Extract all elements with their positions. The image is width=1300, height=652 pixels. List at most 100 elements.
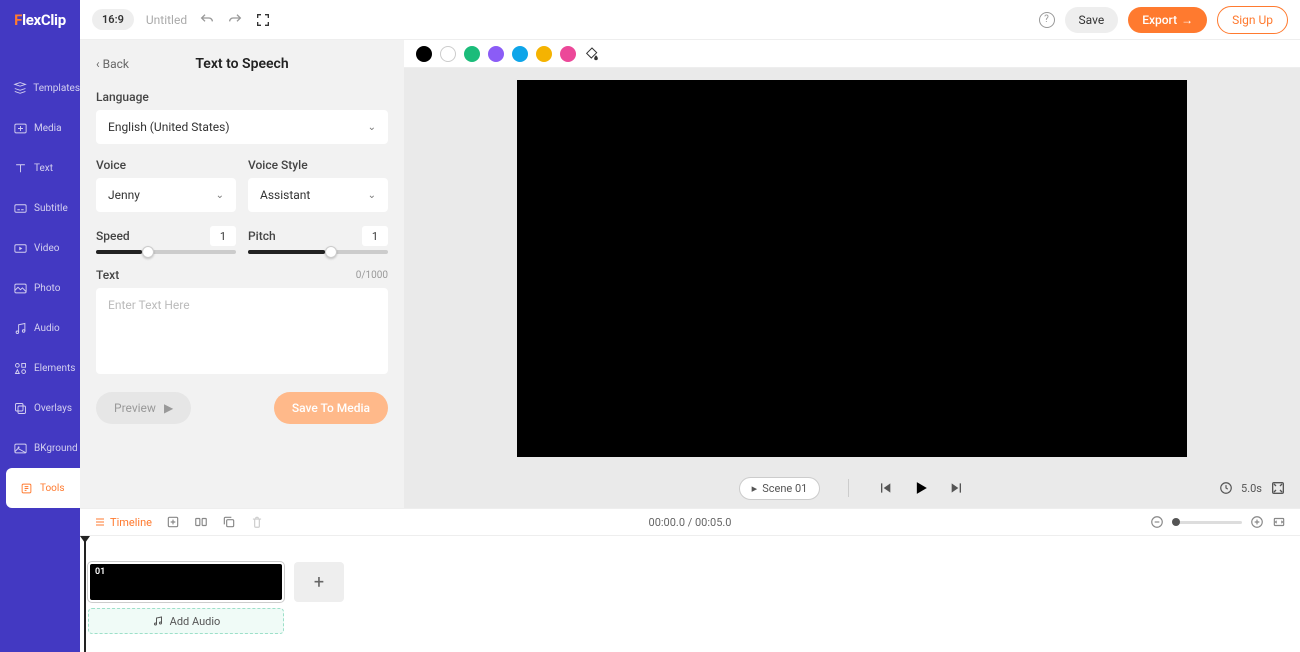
timeline-toolbar: Timeline 00:00.0 / 00:05.0 — [80, 508, 1300, 536]
logo-accent: F — [14, 11, 22, 29]
play-icon[interactable] — [911, 478, 931, 498]
chevron-down-icon: ⌄ — [368, 190, 376, 201]
export-label: Export — [1142, 13, 1177, 27]
language-select[interactable]: English (United States) ⌄ — [96, 110, 388, 144]
tools-icon — [19, 481, 34, 496]
scene-clip-01[interactable]: 01 — [88, 562, 284, 602]
text-input[interactable] — [96, 288, 388, 374]
nav-subtitle[interactable]: Subtitle — [0, 188, 80, 228]
signup-button[interactable]: Sign Up — [1217, 6, 1288, 34]
background-icon — [13, 441, 28, 456]
speed-label: Speed — [96, 229, 130, 243]
nav-media[interactable]: Media — [0, 108, 80, 148]
speed-thumb[interactable] — [142, 246, 154, 258]
templates-icon — [13, 81, 27, 96]
style-select[interactable]: Assistant ⌄ — [248, 178, 388, 212]
nav-tools[interactable]: Tools — [6, 468, 80, 508]
save-to-media-button[interactable]: Save To Media — [274, 392, 388, 424]
pitch-thumb[interactable] — [325, 246, 337, 258]
subtitle-icon — [13, 201, 28, 216]
nav-templates[interactable]: Templates — [0, 68, 80, 108]
prev-scene-icon[interactable] — [877, 480, 893, 496]
nav-label: Subtitle — [34, 203, 68, 214]
add-icon[interactable] — [166, 515, 180, 529]
redo-icon[interactable] — [227, 12, 243, 28]
nav-label: Overlays — [34, 403, 72, 414]
chevron-down-icon: ⌄ — [368, 122, 376, 133]
undo-icon[interactable] — [199, 12, 215, 28]
add-audio-track[interactable]: Add Audio — [88, 608, 284, 634]
nav-label: Elements — [34, 363, 75, 374]
save-button[interactable]: Save — [1065, 7, 1119, 33]
pitch-slider[interactable] — [248, 250, 388, 254]
timeline-icon — [94, 516, 106, 528]
audio-icon — [13, 321, 28, 336]
logo[interactable]: FlexClip — [0, 0, 80, 40]
nav-label: Photo — [34, 283, 60, 294]
export-button[interactable]: Export→ — [1128, 7, 1207, 33]
tts-panel: ‹Back Text to Speech Language English (U… — [80, 40, 404, 508]
swatch-purple[interactable] — [488, 46, 504, 62]
preview-label: Preview — [114, 401, 156, 415]
clock-icon — [1219, 481, 1233, 495]
chevron-down-icon: ⌄ — [216, 190, 224, 201]
play-icon: ▶ — [164, 401, 173, 415]
swatch-white[interactable] — [440, 46, 456, 62]
music-note-icon — [152, 615, 164, 627]
aspect-ratio-badge[interactable]: 16:9 — [92, 9, 134, 30]
fullscreen-icon[interactable] — [255, 12, 271, 28]
nav-overlays[interactable]: Overlays — [0, 388, 80, 428]
nav-audio[interactable]: Audio — [0, 308, 80, 348]
project-title[interactable]: Untitled — [146, 13, 187, 27]
swatch-black[interactable] — [416, 46, 432, 62]
nav-photo[interactable]: Photo — [0, 268, 80, 308]
zoom-out-icon[interactable] — [1150, 515, 1164, 529]
text-label: Text — [96, 268, 119, 282]
fit-icon[interactable] — [1272, 515, 1286, 529]
voice-label: Voice — [96, 158, 236, 172]
help-icon[interactable]: ? — [1039, 12, 1055, 28]
zoom-slider[interactable] — [1172, 521, 1242, 524]
back-button[interactable]: ‹Back — [96, 57, 129, 71]
text-icon — [13, 161, 28, 176]
nav-text[interactable]: Text — [0, 148, 80, 188]
playhead[interactable] — [84, 536, 86, 652]
swatch-blue[interactable] — [512, 46, 528, 62]
timeline-body: 01 Add Audio + — [80, 536, 1300, 652]
video-icon — [13, 241, 28, 256]
swatch-green[interactable] — [464, 46, 480, 62]
copy-icon[interactable] — [222, 515, 236, 529]
preview-wrap — [404, 68, 1300, 468]
zoom-in-icon[interactable] — [1250, 515, 1264, 529]
timeline-button[interactable]: Timeline — [94, 516, 152, 529]
duration-label: 5.0s — [1241, 482, 1262, 495]
speed-slider[interactable] — [96, 250, 236, 254]
preview-canvas[interactable] — [517, 80, 1187, 457]
next-scene-icon[interactable] — [949, 480, 965, 496]
scene-selector[interactable]: ▸Scene 01 — [739, 477, 821, 500]
media-icon — [13, 121, 28, 136]
nav: Templates Media Text Subtitle Video Phot… — [0, 68, 80, 508]
logo-rest: lexClip — [22, 11, 66, 29]
preview-button[interactable]: Preview ▶ — [96, 392, 191, 424]
nav-video[interactable]: Video — [0, 228, 80, 268]
divider — [848, 479, 849, 497]
nav-label: Media — [34, 123, 62, 134]
add-scene-button[interactable]: + — [294, 562, 344, 602]
style-value: Assistant — [260, 188, 310, 202]
paint-bucket-icon[interactable] — [584, 46, 600, 62]
swatch-pink[interactable] — [560, 46, 576, 62]
split-icon[interactable] — [194, 515, 208, 529]
zoom-thumb[interactable] — [1172, 518, 1180, 526]
voice-value: Jenny — [108, 188, 140, 202]
swatch-yellow[interactable] — [536, 46, 552, 62]
sidebar: FlexClip Templates Media Text Subtitle V… — [0, 0, 80, 652]
nav-background[interactable]: BKground — [0, 428, 80, 468]
timeline-label: Timeline — [110, 516, 152, 529]
expand-icon[interactable] — [1270, 480, 1286, 496]
voice-select[interactable]: Jenny ⌄ — [96, 178, 236, 212]
pitch-label: Pitch — [248, 229, 276, 243]
delete-icon[interactable] — [250, 515, 264, 529]
nav-elements[interactable]: Elements — [0, 348, 80, 388]
scene-number: 01 — [95, 567, 105, 577]
